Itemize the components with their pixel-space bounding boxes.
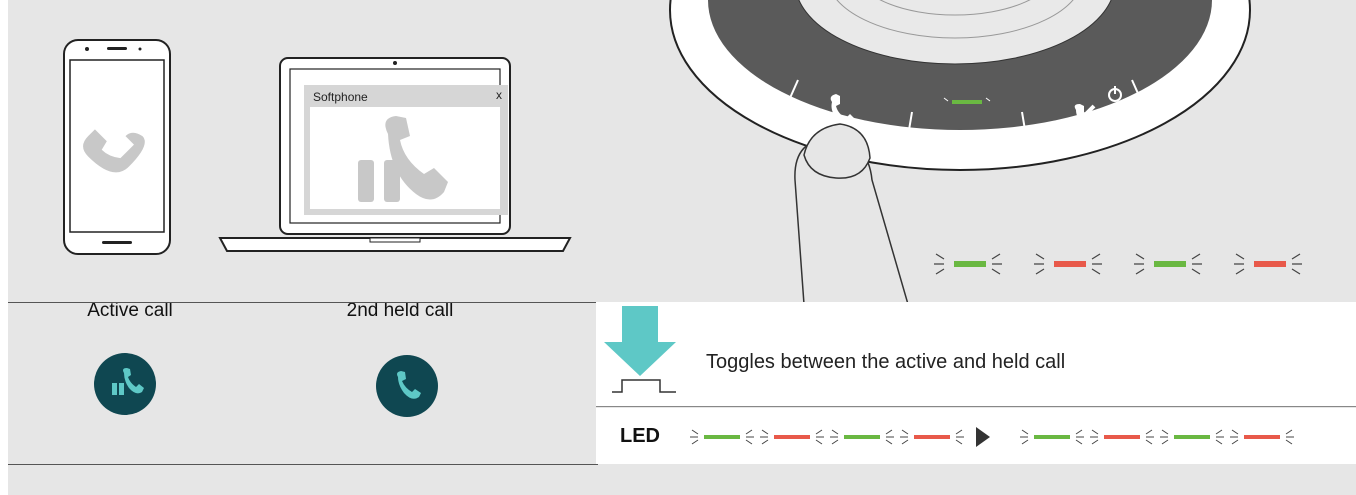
divider-led xyxy=(596,406,1356,407)
instruction-text: Toggles between the active and held call xyxy=(706,351,1066,373)
hold-icon xyxy=(112,368,144,395)
sequence-arrow-icon xyxy=(976,427,990,447)
softphone-close-button[interactable]: x xyxy=(496,88,502,102)
softphone-window-title: Softphone xyxy=(313,90,368,104)
hold-bar-left xyxy=(358,160,374,202)
held-call-button[interactable] xyxy=(376,355,438,417)
caption-held-call: 2nd held call xyxy=(346,300,454,321)
led-sequence-bottom xyxy=(690,427,1294,447)
led-label: LED xyxy=(620,425,660,447)
caption-active-call: Active call xyxy=(87,300,173,321)
smartphone-illustration xyxy=(63,39,171,255)
divider-upper xyxy=(8,302,598,303)
press-arrow-icon xyxy=(604,306,676,393)
led-sequence-top xyxy=(934,253,1302,275)
softphone-call-graphics xyxy=(358,116,448,202)
divider-bottom xyxy=(8,464,598,465)
active-call-hold-button[interactable] xyxy=(94,353,156,415)
phone-handset-icon xyxy=(397,371,421,399)
